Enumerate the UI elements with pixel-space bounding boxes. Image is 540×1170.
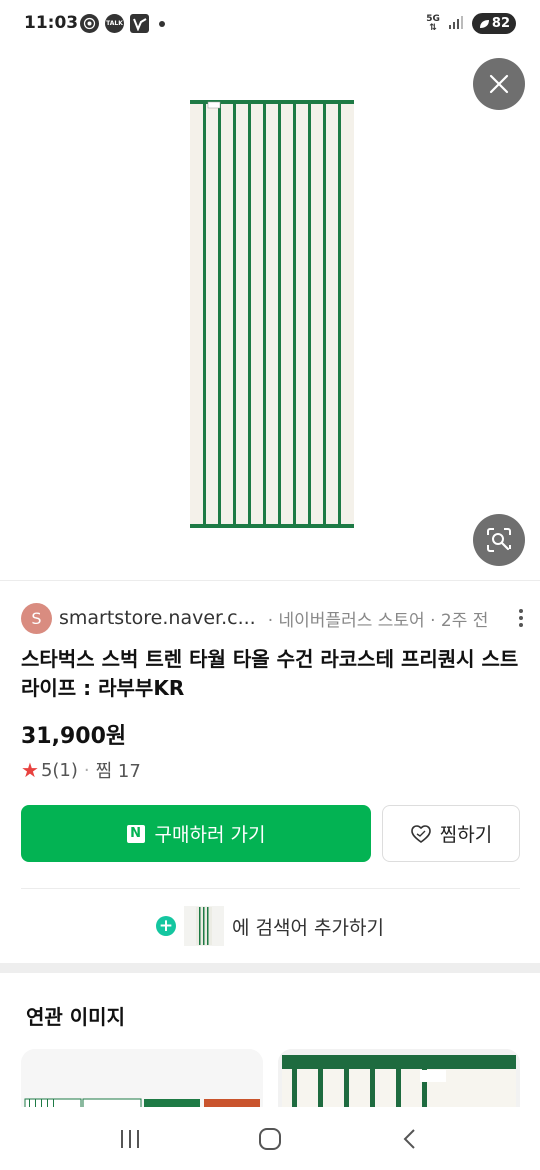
more-vertical-icon[interactable] <box>516 609 526 627</box>
buy-button-label: 구매하러 가기 <box>154 824 266 846</box>
close-button[interactable] <box>473 58 525 110</box>
save-count: 찜 17 <box>95 761 141 782</box>
back-button[interactable] <box>380 1114 440 1164</box>
product-image-viewer[interactable] <box>0 48 540 580</box>
back-icon <box>403 1128 415 1149</box>
starbucks-app-icon <box>80 14 99 33</box>
image-search-icon <box>487 528 511 552</box>
add-search-term-button[interactable]: + 에 검색어 추가하기 <box>0 905 540 947</box>
notification-icons: TALK <box>80 14 165 33</box>
rating-value: 5(1) <box>40 759 78 781</box>
source-row[interactable]: S smartstore.naver.c... · 네이버플러스 스토어 · 2… <box>21 602 526 634</box>
related-image-1 <box>21 1049 263 1109</box>
home-icon <box>259 1127 281 1150</box>
network-arrows-icon: ⇅ <box>429 22 437 33</box>
save-button[interactable]: 찜하기 <box>382 805 520 862</box>
system-navigation-bar <box>0 1107 540 1170</box>
vpn-app-icon <box>130 14 149 33</box>
recent-apps-button[interactable] <box>100 1114 160 1164</box>
add-search-term-label: 에 검색어 추가하기 <box>232 916 384 939</box>
network-5g-icon: 5G ⇅ <box>426 14 440 33</box>
product-image-towel <box>190 100 354 528</box>
related-image-card[interactable] <box>21 1049 263 1109</box>
plus-icon: + <box>156 916 177 936</box>
rating-separator: · <box>83 759 90 781</box>
source-meta: · 네이버플러스 스토어 · 2주 전 <box>267 610 489 631</box>
save-button-label: 찜하기 <box>439 824 493 846</box>
signal-icon <box>448 14 464 33</box>
heart-icon <box>410 824 431 843</box>
naver-logo-icon: N <box>126 824 145 843</box>
divider <box>0 580 540 581</box>
more-notifications-dot <box>159 20 165 27</box>
status-bar: 11:03 TALK 5G ⇅ 82 <box>0 0 540 48</box>
battery-level: 82 <box>491 16 510 31</box>
home-button[interactable] <box>240 1114 300 1164</box>
source-avatar: S <box>21 602 52 634</box>
leaf-icon <box>479 19 489 28</box>
battery-indicator: 82 <box>471 13 516 34</box>
divider <box>21 888 520 889</box>
recent-apps-icon <box>121 1129 139 1148</box>
status-time: 11:03 <box>24 13 79 33</box>
close-icon <box>489 74 509 94</box>
star-icon: ★ <box>21 758 39 782</box>
rating-row: ★ 5(1) · 찜 17 <box>21 757 141 783</box>
related-image-2 <box>278 1049 520 1109</box>
search-thumbnail <box>184 906 225 946</box>
product-title[interactable]: 스타벅스 스벅 트렌 타월 타올 수건 라코스테 프리퀀시 스트라이프 : 라부… <box>21 645 521 703</box>
system-status-icons: 5G ⇅ 82 <box>426 13 516 34</box>
buy-button[interactable]: N 구매하러 가기 <box>21 805 371 862</box>
image-search-button[interactable] <box>473 514 525 566</box>
source-domain[interactable]: smartstore.naver.c... <box>59 607 256 629</box>
related-image-card[interactable] <box>278 1049 520 1109</box>
related-images-title: 연관 이미지 <box>26 1005 125 1029</box>
product-price: 31,900원 <box>21 724 127 749</box>
section-separator <box>0 963 540 973</box>
kakaotalk-icon: TALK <box>105 14 124 33</box>
